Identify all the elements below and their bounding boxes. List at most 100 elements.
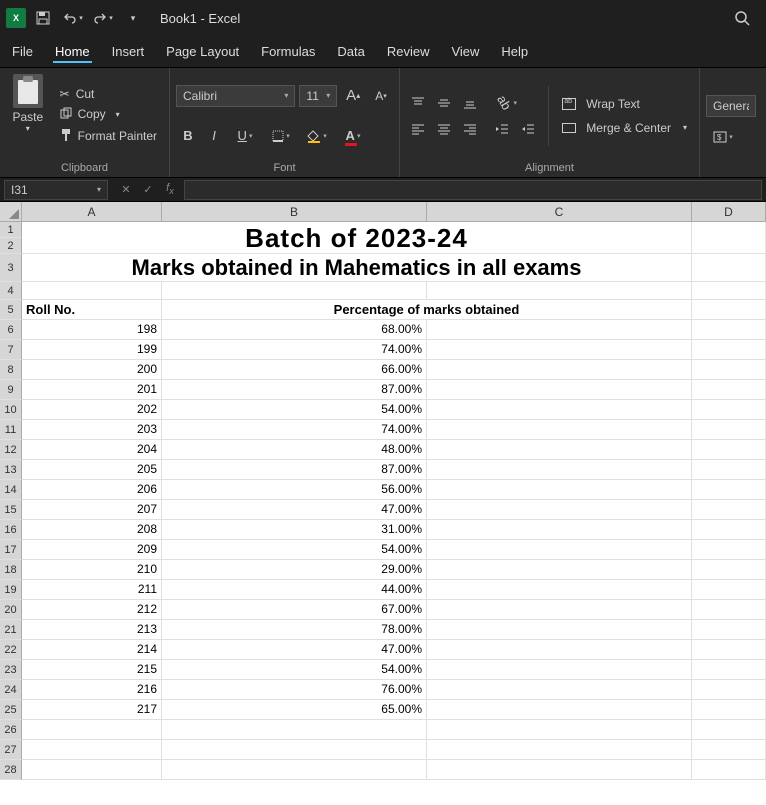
align-bottom-button[interactable]	[458, 91, 482, 115]
cell-B12[interactable]: 48.00%	[162, 440, 427, 460]
cell-C18[interactable]	[427, 560, 692, 580]
cell-C25[interactable]	[427, 700, 692, 720]
cell-D19[interactable]	[692, 580, 766, 600]
fill-color-button[interactable]: ▾	[300, 124, 334, 148]
row-header-21[interactable]: 21	[0, 620, 22, 640]
row-header-8[interactable]: 8	[0, 360, 22, 380]
cell-B25[interactable]: 65.00%	[162, 700, 427, 720]
row-header-13[interactable]: 13	[0, 460, 22, 480]
cell-B26[interactable]	[162, 720, 427, 740]
cell-D3[interactable]	[692, 254, 766, 282]
wrap-text-button[interactable]: Wrap Text	[556, 95, 693, 113]
cell-D25[interactable]	[692, 700, 766, 720]
cell-C12[interactable]	[427, 440, 692, 460]
tab-file[interactable]: File	[10, 40, 35, 63]
cell-D17[interactable]	[692, 540, 766, 560]
cell-D27[interactable]	[692, 740, 766, 760]
increase-indent-button[interactable]	[516, 117, 540, 141]
row-header-12[interactable]: 12	[0, 440, 22, 460]
cell-C13[interactable]	[427, 460, 692, 480]
tab-data[interactable]: Data	[335, 40, 366, 63]
row-header-26[interactable]: 26	[0, 720, 22, 740]
row-header-1[interactable]: 1	[0, 222, 22, 238]
row-header-2[interactable]: 2	[0, 238, 22, 254]
cell-B18[interactable]: 29.00%	[162, 560, 427, 580]
row-header-6[interactable]: 6	[0, 320, 22, 340]
cell-D28[interactable]	[692, 760, 766, 780]
cell-D11[interactable]	[692, 420, 766, 440]
row-header-19[interactable]: 19	[0, 580, 22, 600]
cell-D4[interactable]	[692, 282, 766, 300]
save-button[interactable]	[30, 5, 56, 31]
row-header-25[interactable]: 25	[0, 700, 22, 720]
cell-C21[interactable]	[427, 620, 692, 640]
cell-C16[interactable]	[427, 520, 692, 540]
tab-insert[interactable]: Insert	[110, 40, 147, 63]
align-center-button[interactable]	[432, 117, 456, 141]
cell-C24[interactable]	[427, 680, 692, 700]
cell-D12[interactable]	[692, 440, 766, 460]
cell-A22[interactable]: 214	[22, 640, 162, 660]
cell-D10[interactable]	[692, 400, 766, 420]
cell-C8[interactable]	[427, 360, 692, 380]
cancel-formula-button[interactable]: ✕	[116, 180, 136, 200]
row-header-23[interactable]: 23	[0, 660, 22, 680]
row-header-18[interactable]: 18	[0, 560, 22, 580]
decrease-indent-button[interactable]	[490, 117, 514, 141]
cell-B28[interactable]	[162, 760, 427, 780]
row-header-3[interactable]: 3	[0, 254, 22, 282]
cell-D16[interactable]	[692, 520, 766, 540]
cell-C7[interactable]	[427, 340, 692, 360]
cell-A16[interactable]: 208	[22, 520, 162, 540]
header-percent[interactable]: Percentage of marks obtained	[162, 300, 692, 320]
cell-B13[interactable]: 87.00%	[162, 460, 427, 480]
format-painter-button[interactable]: Format Painter	[54, 126, 163, 147]
cell-B22[interactable]: 47.00%	[162, 640, 427, 660]
cell-B17[interactable]: 54.00%	[162, 540, 427, 560]
cell-D14[interactable]	[692, 480, 766, 500]
cell-D7[interactable]	[692, 340, 766, 360]
title-cell[interactable]: Batch of 2023-24	[22, 222, 692, 254]
cell-C22[interactable]	[427, 640, 692, 660]
cell-B23[interactable]: 54.00%	[162, 660, 427, 680]
row-header-17[interactable]: 17	[0, 540, 22, 560]
row-header-28[interactable]: 28	[0, 760, 22, 780]
cell-D23[interactable]	[692, 660, 766, 680]
cell-C27[interactable]	[427, 740, 692, 760]
cell-D18[interactable]	[692, 560, 766, 580]
row-header-22[interactable]: 22	[0, 640, 22, 660]
row-header-5[interactable]: 5	[0, 300, 22, 320]
cell-D1[interactable]	[692, 222, 766, 254]
cell-A12[interactable]: 204	[22, 440, 162, 460]
cell-D6[interactable]	[692, 320, 766, 340]
cell-C9[interactable]	[427, 380, 692, 400]
cell-D26[interactable]	[692, 720, 766, 740]
tab-review[interactable]: Review	[385, 40, 432, 63]
cell-B27[interactable]	[162, 740, 427, 760]
grow-font-button[interactable]: A▴	[341, 84, 365, 108]
bold-button[interactable]: B	[176, 124, 200, 148]
row-header-9[interactable]: 9	[0, 380, 22, 400]
row-header-16[interactable]: 16	[0, 520, 22, 540]
cell-C4[interactable]	[427, 282, 692, 300]
cell-A26[interactable]	[22, 720, 162, 740]
row-header-7[interactable]: 7	[0, 340, 22, 360]
cell-B19[interactable]: 44.00%	[162, 580, 427, 600]
cell-A18[interactable]: 210	[22, 560, 162, 580]
qat-customize[interactable]: ▾	[120, 5, 146, 31]
cell-D22[interactable]	[692, 640, 766, 660]
row-header-14[interactable]: 14	[0, 480, 22, 500]
cell-B8[interactable]: 66.00%	[162, 360, 427, 380]
cell-C15[interactable]	[427, 500, 692, 520]
number-format-combo[interactable]: General	[706, 95, 756, 117]
cell-A15[interactable]: 207	[22, 500, 162, 520]
cell-A14[interactable]: 206	[22, 480, 162, 500]
formula-bar[interactable]	[184, 180, 762, 200]
cell-A13[interactable]: 205	[22, 460, 162, 480]
undo-button[interactable]: ▾	[60, 5, 86, 31]
cell-A21[interactable]: 213	[22, 620, 162, 640]
cell-B20[interactable]: 67.00%	[162, 600, 427, 620]
subtitle-cell[interactable]: Marks obtained in Mahematics in all exam…	[22, 254, 692, 282]
cell-B4[interactable]	[162, 282, 427, 300]
cell-A7[interactable]: 199	[22, 340, 162, 360]
